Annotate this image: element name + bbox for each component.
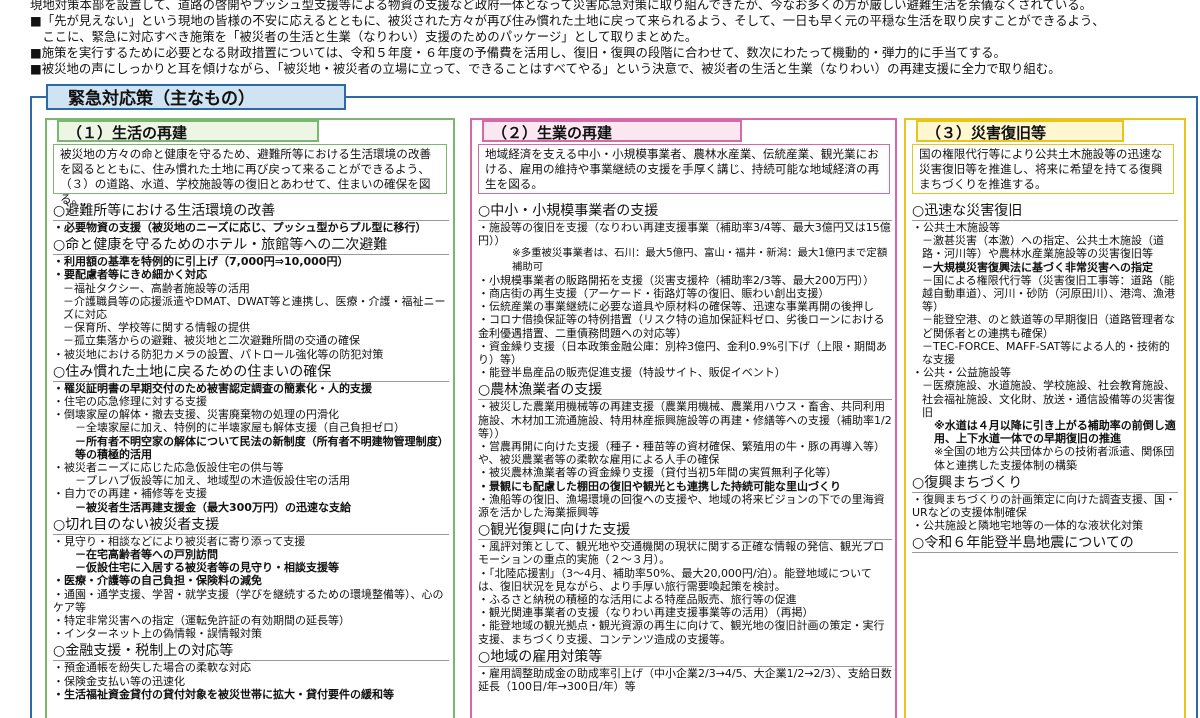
list-item: ・営農再開に向けた支援（種子・種苗等の資材確保、繁殖用の牛・豚の再導入等）や、被… [478,440,885,467]
list-item: ・施設等の復旧を支援（なりわい再建支援事業（補助率3/4等、最大3億円又は15億… [478,221,891,248]
list-item: ※全国の地方公共団体からの技術者派遣、関係団体と連携した支援体制の構築 [934,445,1175,472]
list-item: ・コロナ借換保証等の特例措置（リスク特の追加保証料ゼロ、劣後ローンにおける金利優… [478,313,885,340]
list-item: ・公共施設と隣地宅地等の一体的な液状化対策 [912,519,1143,533]
column-description: 国の権限代行等により公共土木施設等の迅速な災害復旧等を推進し、将来に希望を持てる… [912,144,1174,194]
section-heading: ○金融支援・税制上の対応等 [53,643,449,662]
list-item: ・生活福祉資金貸付の貸付対象を被災世帯に拡大・貸付要件の緩和等 [53,687,394,701]
section-heading: ○住み慣れた土地に戻るための住まいの確保 [53,364,449,382]
list-item: ・被災者ニーズに応じた応急仮設住宅の供与等 [53,461,284,475]
list-item: ・保険金支払い等の迅速化 [53,674,185,688]
list-item: ・被災した農業用機械等の再建支援（農業用機械、農業用ハウス・畜舎、共同利用施設、… [478,400,892,440]
intro-text: 現地対策本部を設置して、道路の啓開やプッシュ型支援等による物資の支援など政府一体… [30,0,1190,77]
intro-line: ■「先が見えない」という現地の皆様の不安に応えるとともに、被災された方々が再び住… [30,13,1105,28]
intro-line: ■施策を実行するために必要となる財政措置については、令和５年度・６年度の予備費を… [30,45,1006,60]
list-item: ・自力での再建・補修等を支援 [53,487,207,501]
list-item: ・特定非常災害への指定（運転免許証の有効期間の延長等） [53,614,350,628]
list-item: ・被災農林漁業者等の資金繰り支援（貸付当初5年間の実質無利子化等） [478,466,837,480]
list-item: －能登空港、のと鉄道等の早期復旧（道路管理者など関係者との連携も確保） [922,313,1175,340]
list-item: ・資金繰り支援（日本政策金融公庫：別枠3億円、金利0.9%引下げ（上限・期間あり… [478,339,887,367]
list-item: ・公共・公益施設等 [912,366,1011,380]
list-item: ・必要物資の支援（被災地のニーズに応じ、プッシュ型からプル型に移行） [53,221,427,234]
list-item: －TEC-FORCE、MAFF-SAT等による人的・技術的な支援 [922,339,1170,367]
list-item: ・ふるさと納税の積極的な活用による特産品販売、旅行等の促進 [478,593,797,607]
list-item: ・預金通帳を紛失した場合の柔軟な対応 [53,661,251,675]
column-body: ○避難所等における生活環境の改善 ・必要物資の支援（被災地のニーズに応じ、プッシュ… [53,200,449,701]
list-item: ・住宅の応急修理に対する支援 [53,395,207,409]
list-item: ・医療・介護等の自己負担・保険料の減免 [53,574,262,588]
list-item: ・景観にも配慮した棚田の復旧や観光とも連携した持続可能な里山づくり [478,479,841,493]
column-life-recovery: （１）生活の再建 被災地の方々の命と健康を守るため、避難所等における生活環境の改… [45,118,455,718]
column-body: ○中小・小規模事業者の支援 ・施設等の復旧を支援（なりわい再建支援事業（補助率3/… [478,200,892,693]
intro-line: ■被災地の声にしっかりと耳を傾けながら、「被災地・被災者の立場に立って、できるこ… [30,61,1061,76]
list-item: －所有者不明空家の解体について民法の新制度（所有者不明建物管理制度）等の積極的活… [75,434,449,461]
list-item: ・伝統産業の事業継続に必要な道具や原材料の確保等、迅速な事業再開の後押し [478,300,874,314]
column-livelihood-recovery: （２）生業の再建 地域経済を支える中小・小規模事業者、農林水産業、伝統産業、観光… [470,118,897,718]
list-item: －介護職員等の応援派遣やDMAT、DWAT等と連携し、医療・介護・福祉ニーズに対… [63,294,446,322]
list-item: ・風評対策として、観光地や交通機関の現状に関する正確な情報の発信、観光プロモーシ… [478,540,885,567]
list-item: －激甚災害（本激）への指定、公共土木施設（道路・河川等）や農林水産業施設等の災害… [922,234,1164,261]
list-item: ・通園・通学支援、学習・就学支援（学びを継続するための環境整備等）、心のケア等 [53,587,444,614]
list-item: －被災者生活再建支援金（最大300万円）の迅速な支給 [75,500,351,514]
column-description: 地域経済を支える中小・小規模事業者、農林水産業、伝統産業、観光業における、雇用の… [478,144,890,194]
column-body: ○迅速な災害復旧 ・公共土木施設等 －激甚災害（本激）への指定、公共土木施設（道路・… [912,200,1178,554]
list-item: ※水道は４月以降に引き上がる補助率の前倒し適用、上下水道一体での早期復旧の推進 [934,419,1176,446]
section-heading: ○地域の雇用対策等 [478,649,892,667]
list-item: ・漁船等の復旧、漁場環境の回復への支援や、地域の将来ビジョンの下での里海資源を活… [478,492,885,520]
column-description: 被災地の方々の命と健康を守るため、避難所等における生活環境の改善を図るとともに、… [53,144,447,206]
column-title: （３）災害復旧等 [916,120,1124,142]
section-heading: ○命と健康を守るためのホテル・旅館等への二次避難 [53,237,449,256]
list-item: －全壊家屋に加え、特例的に半壊家屋も解体支援（自己負担ゼロ） [75,421,405,435]
section-heading: ○切れ目のない被災者支援 [53,517,449,535]
list-item: ・雇用調整助成金の助成率引上げ（中小企業2/3→4/5、大企業1/2→2/3）、… [478,666,892,694]
list-item: ・被災地における防犯カメラの設置、パトロール強化等の防犯対策 [53,347,384,361]
list-item: ・倒壊家屋の解体・撤去支援、災害廃棄物の処理の円滑化 [53,408,339,422]
list-item: ※多重被災事業者は、石川：最大5億円、富山・福井・新潟：最大1億円まで定額補助可 [512,247,888,273]
section-heading: ○避難所等における生活環境の改善 [53,203,449,221]
list-item: ・公共土木施設等 [912,221,1000,234]
list-item: ・利用額の基準を特例的に引上げ（7,000円⇒10,000円） [53,255,349,269]
list-item: －仮設住宅に入居する被災者等の見守り・相談支援等 [75,561,339,575]
list-item: －大規模災害復興法に基づく非常災害への指定 [922,260,1153,274]
list-item: ・「北陸応援割」（3～4月、補助率50%、最大20,000円/泊）。能登地域につ… [478,566,872,593]
list-item: ・観光関連事業者の支援（なりわい再建支援事業等の活用）（再掲） [478,606,814,620]
column-title: （１）生活の再建 [57,120,319,142]
section-heading: ○令和６年能登半島地震についての [912,535,1178,554]
column-disaster-restoration: （３）災害復旧等 国の権限代行等により公共土木施設等の迅速な災害復旧等を推進し、… [904,118,1186,718]
section-heading: ○中小・小規模事業者の支援 [478,203,892,221]
section-heading: ○復興まちづくり [912,475,1178,493]
list-item: ・見守り・相談などにより被災者に寄り添って支援 [53,534,306,548]
list-item: －福祉タクシー、高齢者施設等の活用 [63,281,250,295]
column-title: （２）生業の再建 [482,120,742,142]
list-item: －国による権限代行等（災害復旧工事等：道路（能越自動車道）、河川・砂防（河原田川… [922,273,1175,314]
section-heading: ○農林漁業者の支援 [478,382,892,401]
list-item: ・能登半島産品の販売促進支援（特設サイト、販促イベント） [478,366,786,380]
main-title: 緊急対応策（主なもの） [46,84,346,110]
section-heading: ○観光復興に向けた支援 [478,522,892,541]
list-item: ・インターネット上の偽情報・誤情報対策 [53,627,262,641]
list-item: ・復興まちづくりの計画策定に向けた調査支援、国・URなどの支援体制確保 [912,492,1176,520]
list-item: ・商店街の再生支援（アーケード・街路灯等の復旧、賑わい創出支援） [478,287,830,301]
list-item: －孤立集落からの避難、被災地と二次避難所間の交通の確保 [63,334,360,348]
intro-line: 現地対策本部を設置して、道路の啓開やプッシュ型支援等による物資の支援など政府一体… [30,0,1092,12]
list-item: ・要配慮者等にきめ細かく対応 [53,268,207,282]
list-item: ・能登地域の観光拠点・観光資源の再生に向けて、観光地の復旧計画の策定・実行支援、… [478,619,885,646]
list-item: －保育所、学校等に関する情報の提供 [63,321,250,335]
list-item: ・小規模事業者の販路開拓を支援（災害支援枠（補助率2/3等、最大200万円）） [478,273,875,287]
list-item: －プレハブ仮設等に加え、地域型の木造仮設住宅の活用 [75,474,350,488]
section-heading: ○迅速な災害復旧 [912,203,1178,221]
list-item: －在宅高齢者等への戸別訪問 [75,548,218,562]
list-item: －医療施設、水道施設、学校施設、社会教育施設、社会福祉施設、文化財、放送・通信設… [922,379,1175,419]
list-item: ・罹災証明書の早期交付のため被害認定調査の簡素化・人的支援 [53,381,372,395]
intro-line: ここに、緊急に対応すべき施策を「被災者の生活と生業（なりわい）支援のためのパッケ… [30,29,698,44]
